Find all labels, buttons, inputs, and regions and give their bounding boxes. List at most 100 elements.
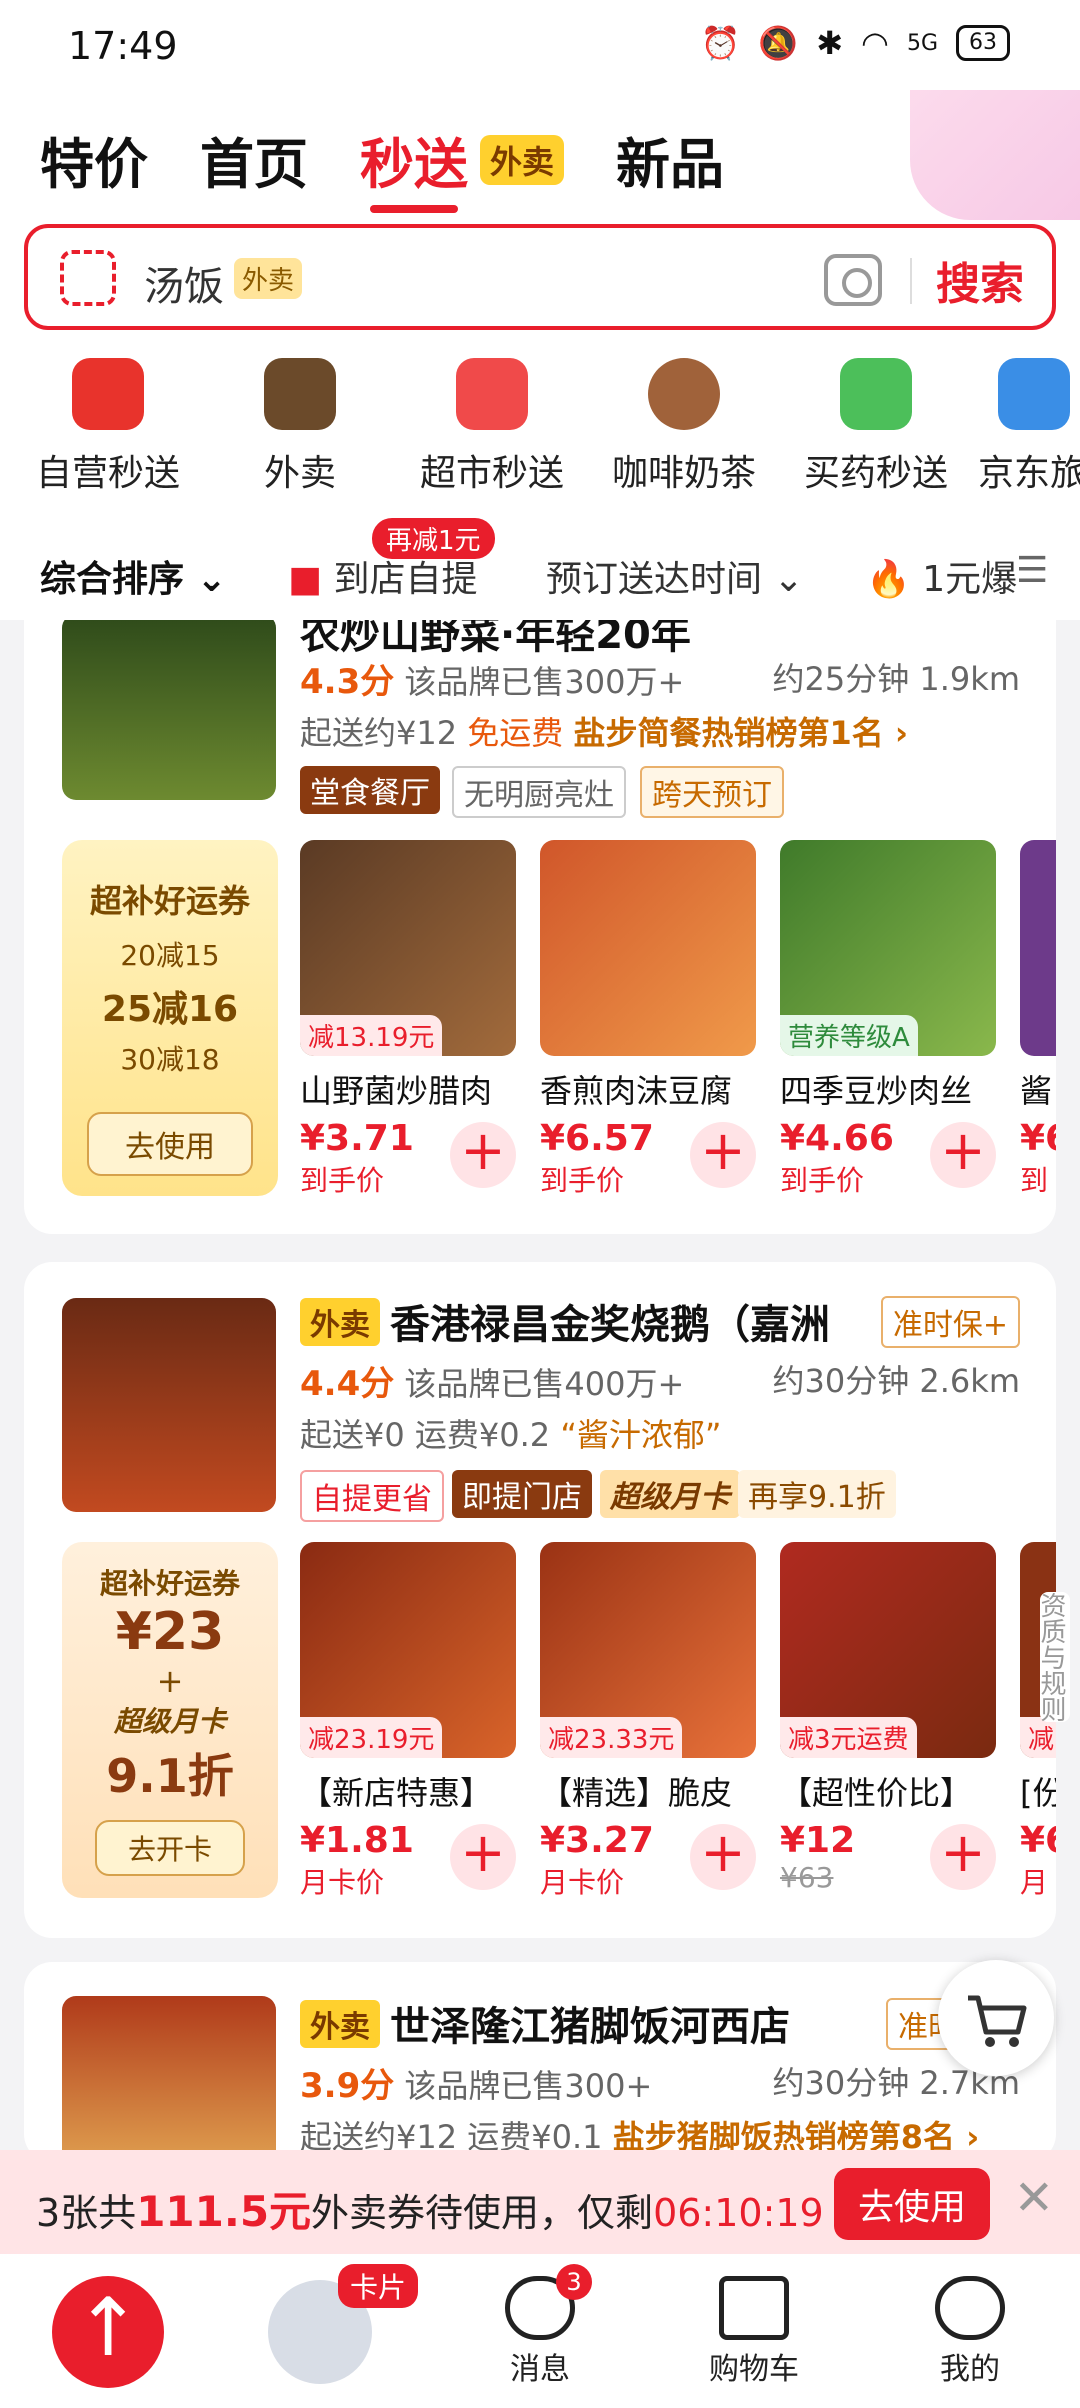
category-coffee[interactable]: 咖啡奶茶: [594, 358, 774, 496]
cart-icon: [719, 2276, 789, 2340]
message-count-badge: 3: [556, 2264, 592, 2300]
store-rank[interactable]: 盐步简餐热销榜第1名 ›: [573, 714, 908, 752]
fire-icon: 🔥: [866, 559, 911, 600]
store-name[interactable]: 世泽隆江猪脚饭河西店: [390, 1994, 790, 2052]
add-to-cart-button[interactable]: +: [690, 1122, 756, 1188]
tab-takeout-tag[interactable]: 外卖: [480, 135, 565, 185]
tab-instant[interactable]: 秒送: [360, 120, 468, 213]
back-to-top-button[interactable]: ↑: [52, 2276, 164, 2388]
takeout-tag: 外卖: [300, 1298, 380, 1346]
open-card-button[interactable]: 去开卡: [95, 1820, 245, 1876]
nav-me[interactable]: 我的: [890, 2276, 1050, 2388]
store-thumbnail[interactable]: [62, 614, 276, 800]
close-icon[interactable]: ✕: [1014, 2170, 1054, 2226]
category-self-run[interactable]: 自营秒送: [18, 358, 198, 496]
dish-image: [540, 840, 756, 1056]
scan-icon[interactable]: [60, 250, 116, 306]
add-to-cart-button[interactable]: +: [930, 1122, 996, 1188]
filter-icon[interactable]: ☰: [1016, 550, 1048, 591]
dish-item[interactable]: 减23.19元 【新店特惠】 ¥1.81 月卡价 +: [300, 1542, 516, 1901]
preorder-filter[interactable]: 预订送达时间 ⌄: [546, 550, 804, 602]
store-rating: 4.3分: [300, 662, 395, 702]
use-coupon-button[interactable]: 去使用: [87, 1112, 253, 1176]
store-eta: 约25分钟 1.9km: [772, 660, 1021, 698]
category-medicine[interactable]: 买药秒送: [786, 358, 966, 496]
dish-image: 营养等级A: [780, 840, 996, 1056]
store-card[interactable]: 外卖 世泽隆江猪脚饭河西店 准时 3.9分 该品牌已售300+ 约30分钟 2.…: [24, 1962, 1056, 2166]
dish-item[interactable]: 减13.19元 山野菌炒腊肉 ¥3.71 到手价 +: [300, 840, 516, 1199]
dish-item[interactable]: 酱¥6到: [1020, 840, 1056, 1199]
tag: 自提更省: [300, 1470, 444, 1522]
nav-messages[interactable]: 消息: [460, 2276, 620, 2388]
takeout-bag-icon: [264, 358, 336, 430]
category-takeout[interactable]: 外卖: [210, 358, 390, 496]
tag: 无明厨亮灶: [452, 766, 626, 818]
category-travel[interactable]: 京东旅: [978, 358, 1080, 496]
takeout-tag: 外卖: [300, 2000, 380, 2048]
coupon-card[interactable]: 超补好运券 20减15 25减16 30减18 去使用: [62, 840, 278, 1196]
tag: 超级月卡: [600, 1470, 740, 1518]
travel-icon: [998, 358, 1070, 430]
filter-row: 综合排序 ⌄ 再减1元 ■ 到店自提 预订送达时间 ⌄ 🔥 1元爆 ☰: [0, 518, 1080, 620]
sort-dropdown[interactable]: 综合排序 ⌄: [40, 550, 227, 602]
coupon-amount: 111.5元: [136, 2187, 312, 2236]
tab-home[interactable]: 首页: [200, 120, 308, 199]
store-sold: 该品牌已售400万+: [404, 1365, 685, 1403]
add-to-cart-button[interactable]: +: [930, 1824, 996, 1890]
dish-item[interactable]: 营养等级A 四季豆炒肉丝 ¥4.66 到手价 +: [780, 840, 996, 1199]
store-name[interactable]: 香港禄昌金奖烧鹅（嘉洲: [390, 1292, 890, 1350]
dish-image: [1020, 840, 1056, 1056]
dish-image: 减23.33元: [540, 1542, 756, 1758]
status-icons: ⏰ 🔕 ✱ ◠ 5G 63: [701, 24, 1010, 62]
tab-special[interactable]: 特价: [40, 120, 148, 199]
search-chip: 外卖: [234, 258, 303, 299]
coupon-reminder-banner: 3张共111.5元外卖券待使用，仅剩06:10:19 去使用 ✕: [0, 2150, 1080, 2254]
basket-icon: [72, 358, 144, 430]
countdown: 06:10:19: [653, 2191, 824, 2235]
tab-new[interactable]: 新品: [616, 120, 724, 199]
add-to-cart-button[interactable]: +: [450, 1824, 516, 1890]
card-badge: 卡片: [338, 2264, 419, 2308]
floating-cart-button[interactable]: [938, 1960, 1054, 2076]
add-to-cart-button[interactable]: +: [690, 1824, 756, 1890]
bluetooth-icon: ✱: [816, 24, 844, 62]
category-supermarket[interactable]: 超市秒送: [402, 358, 582, 496]
store-rating: 4.4分: [300, 1364, 395, 1404]
tag: 即提门店: [452, 1470, 592, 1518]
dish-image: 减3元运费: [780, 1542, 996, 1758]
wifi-icon: ◠: [861, 24, 889, 62]
battery-indicator: 63: [956, 25, 1010, 61]
pickup-icon: ■: [288, 559, 334, 600]
user-icon: [935, 2276, 1005, 2340]
cart-icon: [968, 1995, 1027, 2047]
coupon-card[interactable]: 超补好运券 ¥23 + 超级月卡 9.1折 去开卡: [62, 1542, 278, 1898]
add-to-cart-button[interactable]: +: [450, 1122, 516, 1188]
chevron-down-icon: ⌄: [762, 559, 804, 600]
status-bar: 17:49 ⏰ 🔕 ✱ ◠ 5G 63: [0, 0, 1080, 90]
status-time: 17:49: [68, 24, 178, 68]
use-coupon-banner-button[interactable]: 去使用: [833, 2168, 990, 2240]
store-rating: 3.9分: [300, 2066, 395, 2106]
camera-ai-icon[interactable]: [824, 254, 882, 306]
store-card[interactable]: 农炒山野菜·年轻20年 4.3分 该品牌已售300万+ 约25分钟 1.9km …: [24, 582, 1056, 1234]
nav-cart[interactable]: 购物车: [674, 2276, 834, 2388]
pickup-filter[interactable]: ■ 到店自提: [288, 550, 477, 602]
search-bar[interactable]: 汤饭 外卖 搜索: [24, 224, 1056, 330]
search-button[interactable]: 搜索: [936, 248, 1024, 312]
top-tabs: 特价 首页 秒送 外卖 新品: [40, 120, 724, 213]
store-thumbnail[interactable]: [62, 1298, 276, 1512]
store-thumbnail[interactable]: [62, 1996, 276, 2166]
mute-icon: 🔕: [758, 24, 799, 62]
store-fee: 免运费: [467, 714, 564, 752]
dish-item[interactable]: 减3元运费 【超性价比】 ¥12 ¥63 +: [780, 1542, 996, 1894]
store-sold: 该品牌已售300万+: [404, 663, 685, 701]
qualification-rules-link[interactable]: 资质与规则: [1036, 1592, 1070, 1722]
one-yuan-filter[interactable]: 🔥 1元爆: [866, 550, 1017, 602]
header: 特价 首页 秒送 外卖 新品 汤饭 外卖 搜索 自营秒送 外卖 超市秒送 咖啡奶…: [0, 0, 1080, 620]
dish-image: 减23.19元: [300, 1542, 516, 1758]
dish-item[interactable]: 香煎肉沫豆腐 ¥6.57 到手价 +: [540, 840, 756, 1199]
search-input[interactable]: 汤饭: [144, 254, 224, 312]
store-card[interactable]: 外卖 香港禄昌金奖烧鹅（嘉洲 准时保+ 4.4分 该品牌已售400万+ 约30分…: [24, 1262, 1070, 1938]
dish-item[interactable]: 减23.33元 【精选】脆皮 ¥3.27 月卡价 +: [540, 1542, 756, 1901]
coffee-icon: [648, 358, 720, 430]
